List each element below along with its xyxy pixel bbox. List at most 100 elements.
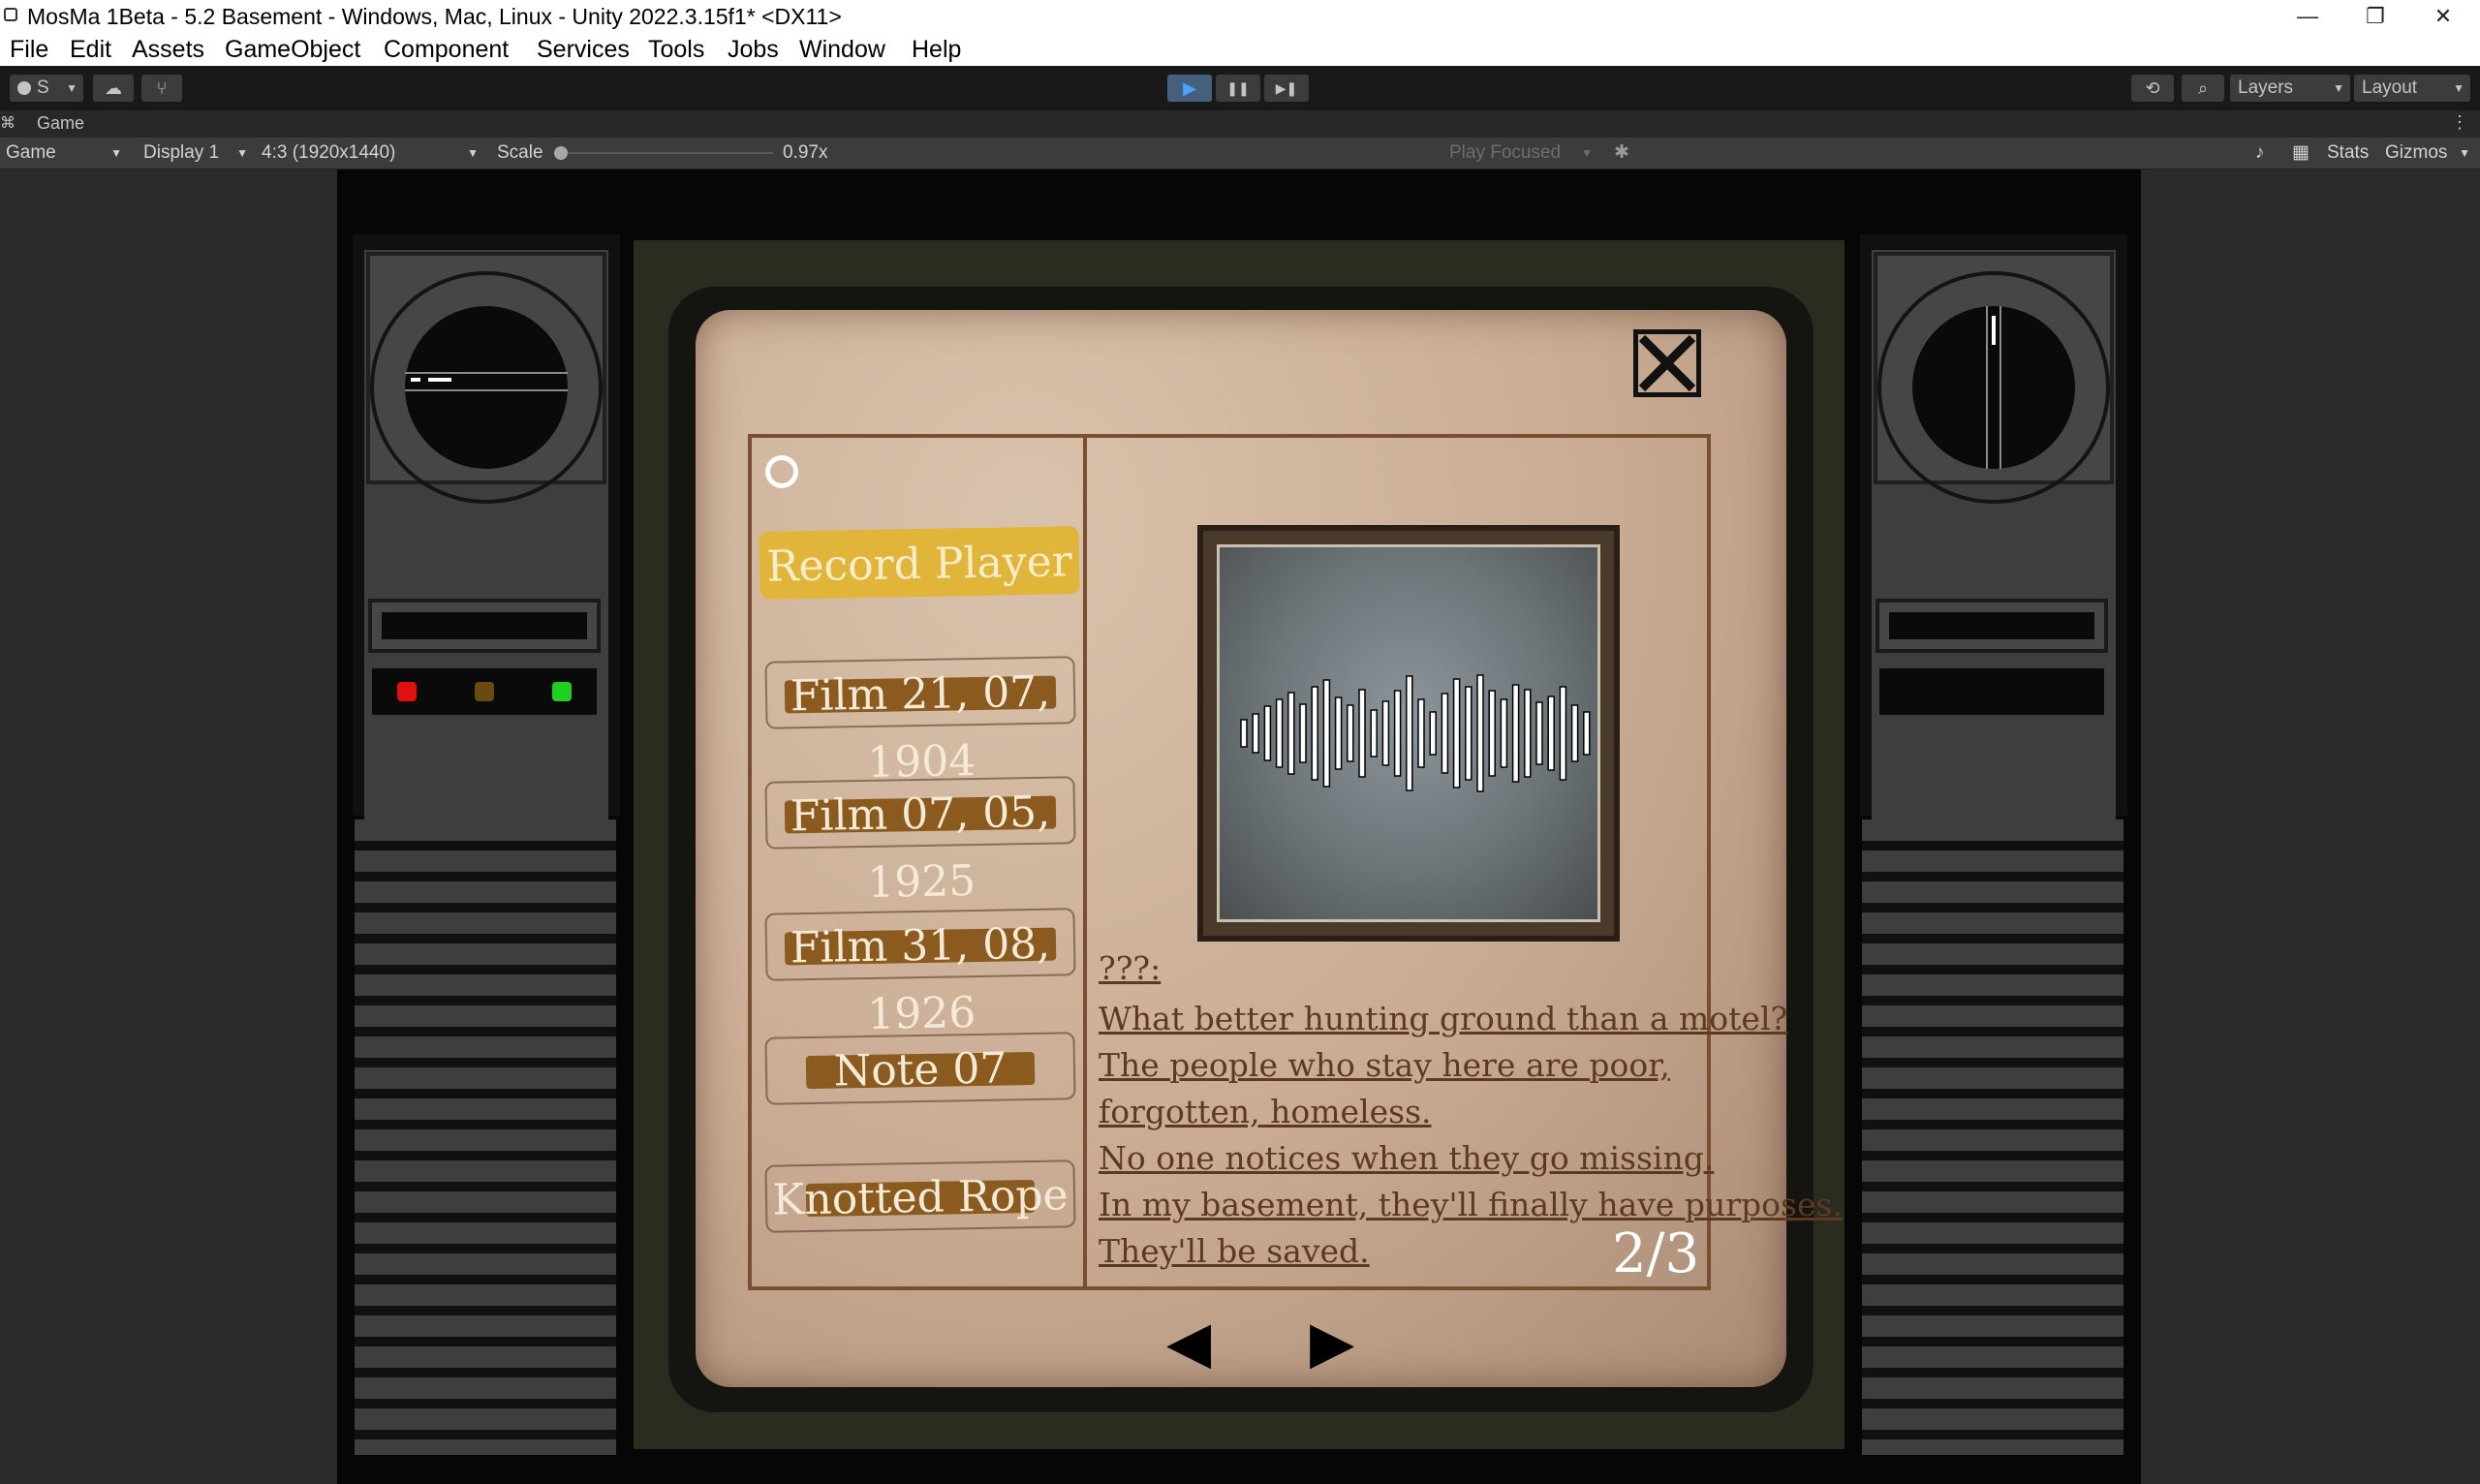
inventory-item-label: Note 07: [833, 1043, 1008, 1097]
menu-services[interactable]: Services: [537, 36, 630, 64]
cloud-button[interactable]: ☁: [93, 75, 134, 102]
history-icon: ⟲: [2145, 78, 2160, 98]
bug-icon[interactable]: ✱: [1614, 140, 1629, 166]
inventory-item-film-1925[interactable]: Film 07, 05, 1925: [764, 776, 1076, 908]
gizmos-dropdown[interactable]: Gizmos ▼: [2379, 140, 2476, 166]
cursor-ring-icon: [765, 455, 798, 488]
waveform-bar: [1441, 693, 1449, 774]
inventory-item-knotted-rope[interactable]: Knotted Rope: [764, 1159, 1076, 1233]
item-image-frame: [1197, 525, 1620, 942]
menu-assets[interactable]: Assets: [132, 36, 204, 64]
chevron-down-icon: ▼: [110, 146, 122, 160]
menu-gameobject[interactable]: GameObject: [225, 36, 360, 64]
display-dropdown[interactable]: Display 1 ▼: [138, 140, 254, 166]
waveform-bar: [1322, 679, 1331, 788]
layers-label: Layers: [2238, 77, 2294, 98]
mute-audio-icon[interactable]: ♪: [2255, 140, 2265, 166]
aspect-label: 4:3 (1920x1440): [262, 142, 396, 163]
waveform-bar: [1547, 696, 1555, 771]
layout-dropdown[interactable]: Layout ▼: [2354, 75, 2470, 102]
waveform-bar: [1334, 696, 1343, 770]
inventory-item-label: Record Player: [765, 537, 1073, 592]
account-label: S: [37, 77, 49, 98]
inventory-item-label: Knotted Rope: [772, 1170, 1069, 1225]
menu-window[interactable]: Window: [799, 36, 885, 64]
step-button[interactable]: ▶❚: [1264, 75, 1309, 102]
dialog-line: In my basement, they'll finally have pur…: [1099, 1186, 1843, 1223]
more-options-icon[interactable]: ⋮: [2451, 112, 2468, 133]
waveform-bar: [1240, 719, 1248, 748]
waveform-bar: [1570, 704, 1579, 762]
waveform-bar: [1393, 690, 1402, 777]
left-gauge-needle: [411, 378, 420, 382]
waveform-bar: [1370, 709, 1378, 757]
window-title: MosMa 1Beta - 5.2 Basement - Windows, Ma…: [27, 4, 842, 29]
waveform-bar: [1263, 705, 1272, 761]
dialog-line: What better hunting ground than a motel?: [1099, 1000, 1788, 1037]
scale-value: 0.97x: [783, 142, 828, 163]
waveform-bar: [1452, 678, 1461, 788]
right-device-panel: [1860, 234, 2127, 819]
layers-dropdown[interactable]: Layers ▼: [2230, 75, 2350, 102]
menu-jobs[interactable]: Jobs: [728, 36, 779, 64]
menu-tools[interactable]: Tools: [648, 36, 704, 64]
close-x-icon: [1638, 334, 1696, 392]
view-type-dropdown[interactable]: Game ▼: [0, 140, 128, 166]
prev-page-button[interactable]: ◀: [1166, 1314, 1211, 1372]
tab-game[interactable]: Game: [37, 113, 84, 134]
history-button[interactable]: ⟲: [2131, 75, 2174, 102]
waveform-bar: [1311, 686, 1318, 781]
right-display-screen: [1889, 612, 2094, 639]
waveform-bar: [1381, 700, 1390, 766]
search-button[interactable]: ⌕: [2182, 75, 2224, 102]
inventory-item-record-player[interactable]: Record Player: [759, 526, 1080, 600]
minimize-button[interactable]: —: [2278, 0, 2337, 33]
next-page-button[interactable]: ▶: [1310, 1314, 1354, 1372]
collab-button[interactable]: ⑂: [141, 75, 182, 102]
display-label: Display 1: [143, 142, 220, 163]
close-window-button[interactable]: ✕: [2414, 0, 2472, 33]
waveform-icon: [1240, 674, 1591, 792]
menu-file[interactable]: File: [10, 36, 48, 64]
waveform-bar: [1417, 698, 1425, 768]
unity-app-icon: [4, 8, 17, 21]
maximize-button[interactable]: ❐: [2346, 0, 2404, 33]
aspect-dropdown[interactable]: 4:3 (1920x1440) ▼: [256, 140, 484, 166]
stats-button[interactable]: Stats: [2327, 140, 2369, 166]
account-dropdown[interactable]: S ▼: [10, 75, 83, 102]
scale-label: Scale: [497, 142, 543, 163]
left-gauge-needle-track: [405, 372, 568, 391]
layout-label: Layout: [2362, 77, 2418, 98]
inventory-item-film-1926[interactable]: Film 31, 08, 1926: [764, 908, 1076, 1039]
left-device-panel: [353, 234, 620, 819]
left-gauge-frame: [366, 252, 606, 504]
page-indicator: 2/3: [1612, 1222, 1700, 1285]
dialog-line: No one notices when they go missing.: [1099, 1139, 1715, 1177]
close-journal-button[interactable]: [1633, 329, 1701, 397]
waveform-bar: [1488, 690, 1496, 777]
pause-button[interactable]: ❚❚: [1216, 75, 1260, 102]
scale-slider-track[interactable]: [560, 152, 773, 154]
waveform-bar: [1358, 689, 1366, 778]
menu-component[interactable]: Component: [384, 36, 509, 64]
inventory-item-film-1904[interactable]: Film 21, 07, 1904: [764, 656, 1076, 788]
chevron-down-icon: ▼: [2459, 146, 2470, 160]
play-focused-dropdown[interactable]: Play Focused ▼: [1443, 140, 1598, 166]
menu-edit[interactable]: Edit: [70, 36, 111, 64]
item-image: [1217, 544, 1600, 922]
chevron-down-icon: ▼: [236, 146, 248, 160]
right-gauge-frame: [1874, 252, 2114, 504]
waveform-bar: [1583, 711, 1591, 756]
chevron-down-icon: ▼: [2453, 81, 2464, 95]
waveform-bar: [1524, 689, 1532, 778]
left-display-screen: [382, 612, 587, 639]
menu-help[interactable]: Help: [912, 36, 961, 64]
branch-icon: ⑂: [156, 78, 168, 98]
grid-icon[interactable]: ▦: [2292, 140, 2310, 166]
waveform-bar: [1287, 692, 1295, 775]
scale-slider-handle[interactable]: [554, 146, 568, 160]
inventory-item-note-07[interactable]: Note 07: [764, 1032, 1076, 1105]
chevron-down-icon: ▼: [66, 81, 78, 95]
red-led-icon: [397, 682, 417, 701]
play-button[interactable]: ▶: [1167, 75, 1212, 102]
